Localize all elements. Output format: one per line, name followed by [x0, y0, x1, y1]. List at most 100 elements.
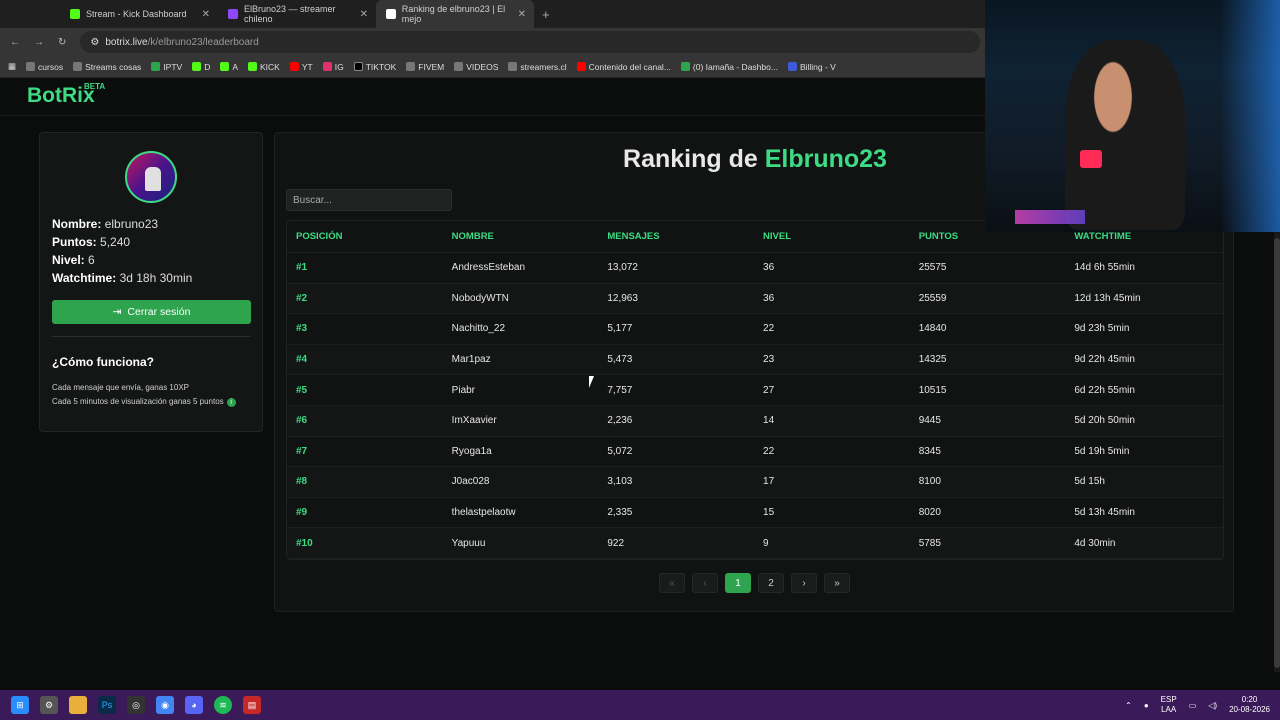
network-icon[interactable]: ▭ — [1189, 701, 1197, 710]
title-prefix: Ranking de — [623, 145, 758, 173]
new-tab-icon[interactable]: + — [542, 7, 550, 22]
tab-kick-dashboard[interactable]: Stream - Kick Dashboard ✕ — [60, 0, 218, 28]
how-line-2: Cada 5 minutos de visualización ganas 5 … — [52, 397, 224, 406]
close-icon[interactable]: ✕ — [202, 9, 210, 20]
cell-points: 9445 — [918, 415, 941, 427]
cell-messages: 7,757 — [607, 384, 633, 396]
photoshop-icon[interactable]: Ps — [98, 696, 116, 714]
cell-position: #8 — [296, 476, 308, 488]
tab-title: ElBruno23 — streamer chileno — [243, 4, 336, 24]
points-label: Puntos: — [52, 235, 97, 249]
col-header[interactable]: POSICIÓN — [287, 231, 443, 242]
tab-title: Stream - Kick Dashboard — [86, 9, 187, 19]
webcam-overlay — [985, 0, 1280, 232]
lang-bottom: LAA — [1161, 705, 1177, 714]
mouse-cursor — [589, 376, 599, 388]
page-scrollbar[interactable] — [1274, 232, 1280, 672]
apps-icon[interactable]: ▦ — [8, 61, 16, 72]
next-page-button[interactable]: › — [791, 573, 817, 593]
cell-points: 25559 — [918, 292, 947, 304]
clock[interactable]: 0:20 20-08-2026 — [1229, 695, 1270, 715]
mic-icon[interactable]: ● — [1144, 701, 1149, 710]
tab-elbruno[interactable]: ElBruno23 — streamer chileno ✕ — [218, 0, 376, 28]
points-value: 5,240 — [100, 235, 131, 249]
close-icon[interactable]: ✕ — [518, 9, 526, 20]
bookmark-item[interactable]: IG — [322, 62, 344, 72]
prev-page-button[interactable]: ‹ — [692, 573, 718, 593]
cell-points: 10515 — [918, 384, 947, 396]
bookmark-item[interactable]: KICK — [248, 62, 280, 72]
cell-level: 22 — [763, 445, 775, 457]
bookmark-item[interactable]: YT — [289, 62, 313, 72]
volume-icon[interactable]: ◁) — [1208, 701, 1217, 710]
bookmark-item[interactable]: FIVEM — [406, 62, 444, 72]
how-line-1: Cada mensaje que envía, ganas 10XP — [52, 383, 189, 392]
bookmark-item[interactable]: VIDEOS — [454, 62, 498, 72]
bookmark-item[interactable]: TIKTOK — [353, 62, 396, 72]
obs-icon[interactable]: ◎ — [127, 696, 145, 714]
table-row: #6 ImXaavier 2,236 14 9445 5d 20h 50min — [287, 405, 1223, 437]
windows-start-icon[interactable]: ⊞ — [11, 696, 29, 714]
level-value: 6 — [88, 253, 95, 267]
cell-name: Ryoga1a — [451, 445, 492, 457]
how-text: Cada mensaje que envía, ganas 10XP Cada … — [52, 381, 236, 409]
cell-level: 23 — [763, 354, 775, 366]
url-host: botrix.live — [105, 36, 148, 48]
page-2-button[interactable]: 2 — [758, 573, 784, 593]
chevron-up-icon[interactable]: ⌃ — [1125, 701, 1132, 710]
bookmark-item[interactable]: D — [192, 62, 210, 72]
col-header[interactable]: NOMBRE — [443, 231, 599, 242]
cell-messages: 5,177 — [607, 323, 633, 335]
bookmark-item[interactable]: Contenido del canal... — [576, 62, 671, 72]
lang-top: ESP — [1160, 695, 1177, 704]
reload-icon[interactable]: ↻ — [58, 37, 66, 48]
forward-icon[interactable]: → — [34, 37, 44, 48]
app-icon[interactable]: ▤ — [243, 696, 261, 714]
language-indicator[interactable]: ESP LAA — [1161, 695, 1177, 715]
table-row: #1 AndressEsteban 13,072 36 25575 14d 6h… — [287, 253, 1223, 284]
bookmark-item[interactable]: streamers.cl — [508, 62, 567, 72]
how-title: ¿Cómo funciona? — [52, 355, 154, 369]
page-1-button[interactable]: 1 — [725, 573, 751, 593]
name-value: elbruno23 — [104, 217, 159, 231]
bookmark-item[interactable]: IPTV — [151, 62, 182, 72]
bookmark-item[interactable]: A — [220, 62, 238, 72]
settings-icon[interactable]: ⚙ — [40, 696, 58, 714]
name-label: Nombre: — [52, 217, 102, 231]
cell-position: #4 — [296, 354, 308, 366]
cell-name: ImXaavier — [451, 415, 497, 427]
discord-icon[interactable]: ◕ — [185, 696, 203, 714]
back-icon[interactable]: ← — [10, 37, 20, 48]
site-info-icon[interactable]: ⚙ — [90, 37, 99, 48]
col-header[interactable]: MENSAJES — [598, 231, 754, 242]
beta-badge: BETA — [84, 82, 106, 91]
close-icon[interactable]: ✕ — [360, 9, 368, 20]
col-header[interactable]: NIVEL — [754, 231, 910, 242]
col-header[interactable]: WATCHTIME — [1065, 231, 1223, 242]
chrome-icon[interactable]: ◉ — [156, 696, 174, 714]
cell-points: 25575 — [918, 262, 947, 274]
twitch-icon — [228, 9, 238, 19]
bookmark-item[interactable]: (0) Iamaña - Dashbo... — [680, 62, 778, 72]
watchtime-value: 3d 18h 30min — [119, 271, 193, 285]
cell-position: #3 — [296, 323, 308, 335]
cell-points: 14840 — [918, 323, 947, 335]
tab-ranking[interactable]: Ranking de elbruno23 | El mejo ✕ — [376, 0, 534, 28]
bookmark-item[interactable]: Billing - V — [787, 62, 836, 72]
cell-level: 36 — [763, 262, 775, 274]
file-explorer-icon[interactable] — [69, 696, 87, 714]
first-page-button[interactable]: « — [659, 573, 685, 593]
url-field[interactable]: ⚙ botrix.live/k/elbruno23/leaderboard — [80, 31, 981, 53]
cell-watchtime: 14d 6h 55min — [1074, 262, 1135, 274]
last-page-button[interactable]: » — [824, 573, 850, 593]
bookmark-item[interactable]: Streams cosas — [73, 62, 141, 72]
col-header[interactable]: PUNTOS — [910, 231, 1066, 242]
cell-watchtime: 12d 13h 45min — [1074, 292, 1141, 304]
spotify-icon[interactable]: ≋ — [214, 696, 232, 714]
bookmark-item[interactable]: cursos — [26, 62, 63, 72]
cell-position: #7 — [296, 445, 308, 457]
logout-label: Cerrar sesión — [127, 306, 191, 318]
logout-button[interactable]: ⇥ Cerrar sesión — [52, 300, 251, 324]
info-icon[interactable]: i — [226, 398, 236, 407]
search-input[interactable]: Buscar... — [286, 189, 452, 211]
